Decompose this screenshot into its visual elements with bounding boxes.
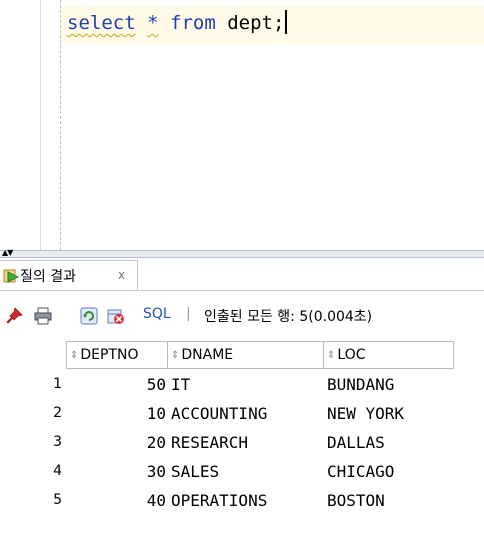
tab-query-result-label: 질의 결과 xyxy=(20,269,76,285)
column-header-label: DEPTNO xyxy=(80,347,139,363)
results-toolbar: SQL | 인출된 모든 행: 5(0.004초) xyxy=(0,291,484,337)
cell-loc[interactable]: NEW YORK xyxy=(327,399,404,428)
cell-deptno[interactable]: 20 xyxy=(70,428,166,457)
run-query-icon xyxy=(3,269,19,283)
column-header-loc[interactable]: ⇕ LOC xyxy=(323,341,454,369)
column-header-deptno[interactable]: ⇕ DEPTNO xyxy=(66,341,168,369)
tab-query-result[interactable]: 질의 결과 x xyxy=(0,260,138,290)
table-row[interactable]: 2 10 ACCOUNTING NEW YORK xyxy=(0,399,460,428)
line-number-gutter xyxy=(0,0,41,250)
results-tab-bar: 질의 결과 x xyxy=(0,258,484,291)
cell-deptno[interactable]: 50 xyxy=(70,370,166,399)
row-number: 5 xyxy=(53,492,62,508)
cell-deptno[interactable]: 40 xyxy=(70,486,166,515)
column-header-label: LOC xyxy=(337,347,366,363)
cell-loc[interactable]: BUNDANG xyxy=(327,370,394,399)
fold-gutter xyxy=(41,0,57,250)
fetch-status-text: 인출된 모든 행: 5(0.004초) xyxy=(204,309,373,325)
sort-icon: ⇕ xyxy=(327,350,336,361)
print-icon[interactable] xyxy=(34,307,52,325)
cell-dname[interactable]: OPERATIONS xyxy=(171,486,267,515)
cell-dname[interactable]: IT xyxy=(171,370,190,399)
sql-code-line[interactable]: select * from dept; xyxy=(67,10,288,36)
delete-icon[interactable] xyxy=(107,307,125,325)
keyword-from: from xyxy=(170,12,216,34)
cell-dname[interactable]: SALES xyxy=(171,457,219,486)
splitter-arrows-icon[interactable]: ▲▼ xyxy=(2,249,13,257)
table-name-text: dept; xyxy=(215,12,285,34)
cell-loc[interactable]: BOSTON xyxy=(327,486,385,515)
text-caret xyxy=(285,10,288,34)
row-number: 4 xyxy=(53,463,62,479)
table-row[interactable]: 4 30 SALES CHICAGO xyxy=(0,457,460,486)
table-row[interactable]: 3 20 RESEARCH DALLAS xyxy=(0,428,460,457)
sql-link[interactable]: SQL xyxy=(143,306,171,322)
column-header-label: DNAME xyxy=(181,347,234,363)
table-row[interactable]: 5 40 OPERATIONS BOSTON xyxy=(0,486,460,515)
cell-loc[interactable]: CHICAGO xyxy=(327,457,394,486)
row-number: 1 xyxy=(53,376,62,392)
sort-icon: ⇕ xyxy=(171,350,180,361)
refresh-icon[interactable] xyxy=(80,307,98,325)
cell-loc[interactable]: DALLAS xyxy=(327,428,385,457)
cell-deptno[interactable]: 10 xyxy=(70,399,166,428)
pane-splitter[interactable] xyxy=(0,250,484,258)
sql-editor[interactable]: select * from dept; xyxy=(0,0,484,250)
cell-dname[interactable]: ACCOUNTING xyxy=(171,399,267,428)
cell-dname[interactable]: RESEARCH xyxy=(171,428,248,457)
table-row[interactable]: 1 50 IT BUNDANG xyxy=(0,370,460,399)
row-number: 2 xyxy=(53,405,62,421)
wildcard-star: * xyxy=(147,12,159,34)
toolbar-separator: | xyxy=(186,306,191,322)
pin-icon[interactable] xyxy=(6,307,24,325)
tab-close-button[interactable]: x xyxy=(118,268,125,282)
keyword-select: select xyxy=(67,12,136,34)
row-number: 3 xyxy=(53,434,62,450)
sort-icon: ⇕ xyxy=(70,350,79,361)
cell-deptno[interactable]: 30 xyxy=(70,457,166,486)
column-header-dname[interactable]: ⇕ DNAME xyxy=(167,341,324,369)
